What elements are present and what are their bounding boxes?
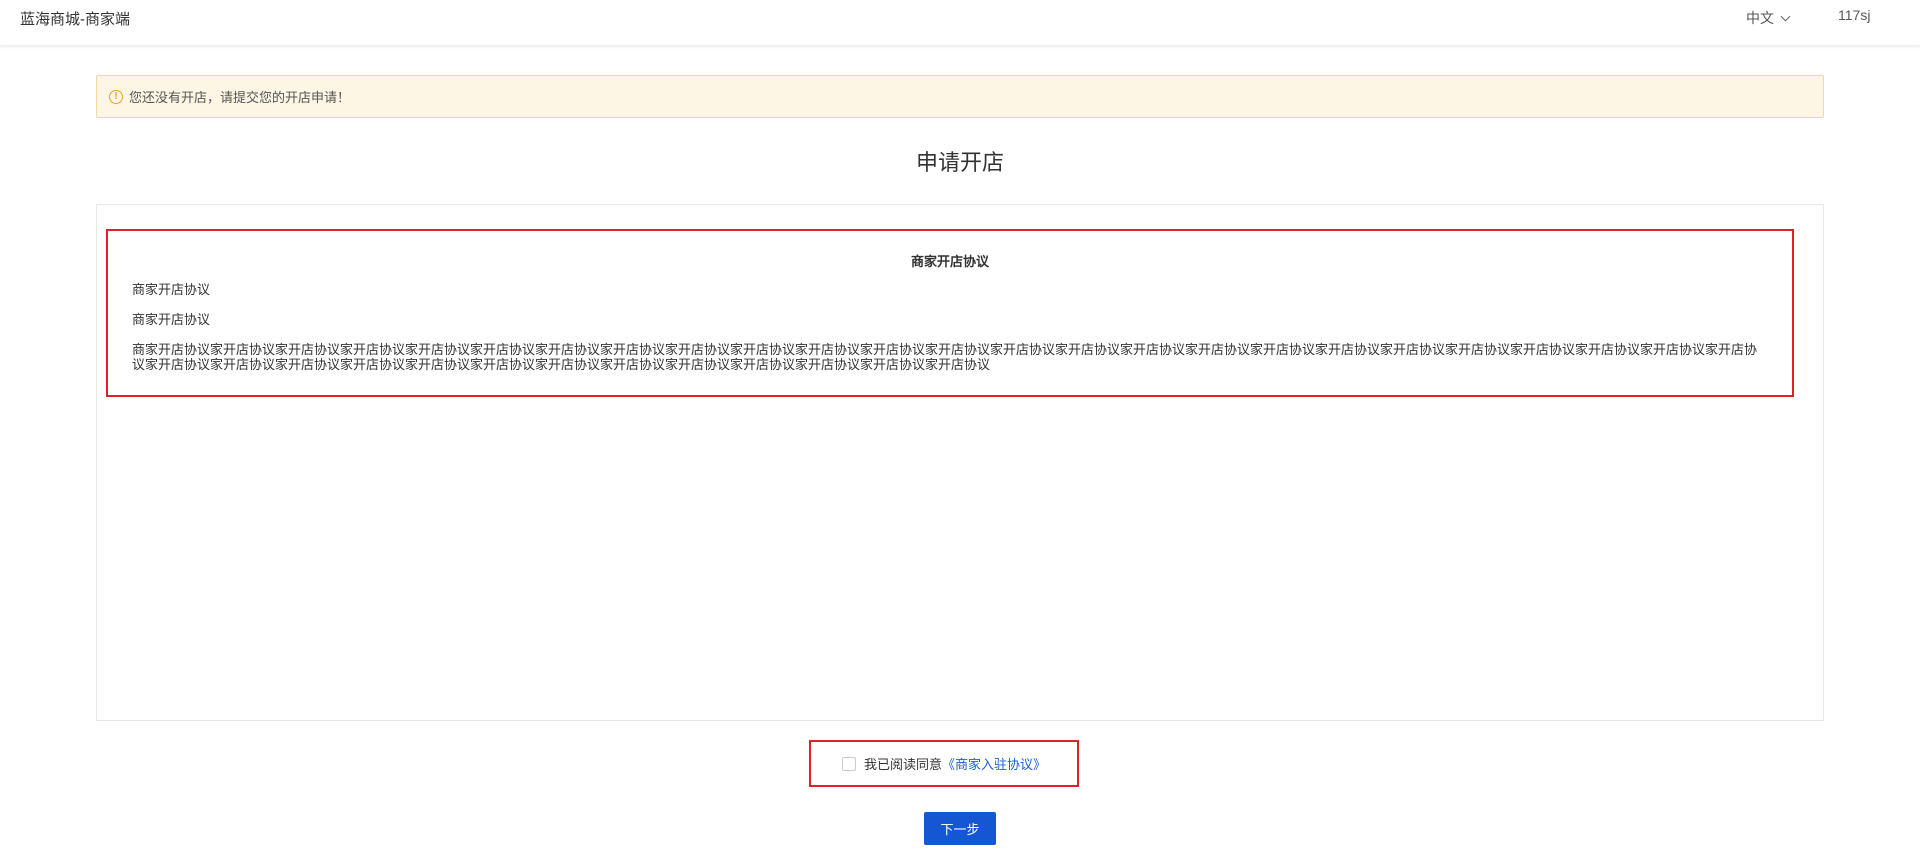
agreement-paragraph: 商家开店协议	[132, 282, 211, 297]
language-dropdown[interactable]: 中文	[1746, 8, 1791, 28]
agreement-paragraph: 商家开店协议	[132, 312, 211, 327]
merchant-agreement-link[interactable]: 《商家入驻协议》	[942, 754, 1046, 773]
agree-row: 我已阅读同意 《商家入驻协议》	[809, 740, 1079, 787]
page-title: 申请开店	[915, 150, 1004, 175]
agreement-paragraph: 商家开店协议家开店协议家开店协议家开店协议家开店协议家开店协议家开店协议家开店协…	[132, 342, 1758, 372]
agree-label[interactable]: 我已阅读同意	[864, 754, 942, 773]
agree-checkbox[interactable]	[841, 756, 856, 771]
chevron-down-icon	[1780, 11, 1791, 21]
app-title: 蓝海商城-商家端	[20, 11, 130, 28]
user-menu[interactable]: 117sj	[1838, 7, 1870, 23]
warning-icon: !	[109, 89, 123, 104]
top-header: 蓝海商城-商家端 中文 117sj	[0, 0, 1920, 46]
next-step-button[interactable]: 下一步	[924, 812, 996, 845]
alert-message: 您还没有开店，请提交您的开店申请！	[129, 90, 351, 105]
no-shop-alert: ! 您还没有开店，请提交您的开店申请！	[96, 75, 1824, 118]
agreement-heading: 商家开店协议	[910, 254, 989, 269]
language-label: 中文	[1746, 10, 1774, 26]
agreement-panel[interactable]: 商家开店协议 商家开店协议 商家开店协议 商家开店协议家开店协议家开店协议家开店…	[96, 204, 1824, 721]
agreement-content: 商家开店协议 商家开店协议 商家开店协议 商家开店协议家开店协议家开店协议家开店…	[106, 229, 1794, 397]
